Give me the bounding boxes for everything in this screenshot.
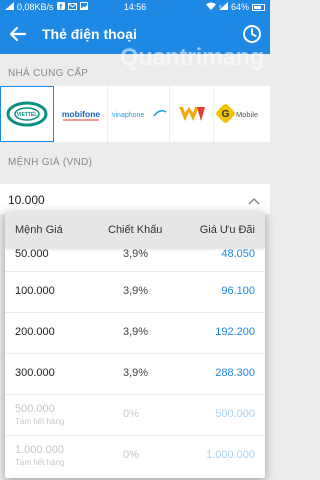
wifi-icon xyxy=(205,2,216,12)
carrier-vietnamobile[interactable] xyxy=(170,86,214,142)
row-denomination: 50.000 xyxy=(15,248,49,260)
row-discount: 3,9% xyxy=(123,285,149,297)
watermark: Quantrimang xyxy=(120,44,264,71)
battery-percent: 64% xyxy=(230,2,249,12)
table-row[interactable]: 100.000 3,9% 96.100 xyxy=(5,272,265,313)
row-price: 288.300 xyxy=(215,367,255,379)
row-price: 48.050 xyxy=(221,248,255,260)
viettel-logo: VIETTEL xyxy=(6,101,48,127)
carrier-mobifone[interactable]: mobifone xyxy=(54,86,108,142)
row-denomination: 300.000 xyxy=(15,367,55,379)
cell-signal-icon: x xyxy=(218,2,228,12)
vietnamobile-logo xyxy=(178,107,205,121)
row-discount: 3,9% xyxy=(123,367,149,379)
carrier-section-label: NHÀ CUNG CẤP xyxy=(8,68,89,79)
page-title: Thẻ điện thoại xyxy=(42,26,137,42)
out-of-stock-note: Tạm hết hàng xyxy=(15,458,65,467)
row-denomination: 100.000 xyxy=(15,285,55,297)
row-price: 500.000 xyxy=(215,408,255,420)
header-denomination: Mệnh Giá xyxy=(15,224,63,236)
back-arrow-icon[interactable] xyxy=(6,22,30,46)
table-row[interactable]: 300.000 3,9% 288.300 xyxy=(5,354,265,395)
status-bar: 0,08KB/s f 14:56 x 64% xyxy=(0,0,270,14)
denomination-dropdown: Mệnh Giá Chiết Khấu Giá Ưu Đãi 50.000 3,… xyxy=(5,212,265,478)
mobifone-logo: mobifone xyxy=(61,109,100,121)
row-price: 96.100 xyxy=(221,285,255,297)
row-denomination: 1.000.000 xyxy=(15,444,64,456)
vinaphone-logo-text: vinaphone xyxy=(112,112,144,119)
row-discount: 3,9% xyxy=(123,326,149,338)
table-header: Mệnh Giá Chiết Khấu Giá Ưu Đãi xyxy=(5,212,265,248)
carrier-viettel[interactable]: VIETTEL xyxy=(0,86,54,142)
row-denomination: 200.000 xyxy=(15,326,55,338)
battery-icon xyxy=(252,3,265,11)
row-price: 192.200 xyxy=(215,326,255,338)
table-row-disabled: 500.000 Tạm hết hàng 0% 500.000 xyxy=(5,395,265,436)
header-price: Giá Ưu Đãi xyxy=(199,224,255,236)
carrier-gmobile[interactable]: G Mobile xyxy=(214,86,270,142)
mobifone-logo-text: mobifone xyxy=(61,109,100,119)
header-discount: Chiết Khấu xyxy=(108,224,163,236)
table-row[interactable]: 50.000 3,9% 48.050 xyxy=(5,248,265,272)
history-clock-icon[interactable] xyxy=(240,22,264,46)
row-price: 1.000.000 xyxy=(206,449,255,461)
row-discount: 0% xyxy=(123,449,139,461)
gmobile-logo-text: Mobile xyxy=(236,110,258,119)
carrier-vinaphone[interactable]: vinaphone xyxy=(108,86,170,142)
vinaphone-logo: vinaphone xyxy=(112,109,166,119)
table-row-disabled: 1.000.000 Tạm hết hàng 0% 1.000.000 xyxy=(5,436,265,477)
gmobile-logo: G Mobile xyxy=(216,104,258,123)
row-discount: 0% xyxy=(123,408,139,420)
denomination-section-label: MỆNH GIÁ (VND) xyxy=(8,157,93,168)
table-row[interactable]: 200.000 3,9% 192.200 xyxy=(5,313,265,354)
denomination-value: 10.000 xyxy=(8,193,45,207)
denomination-select[interactable]: 10.000 xyxy=(0,184,270,214)
row-denomination: 500.000 xyxy=(15,403,55,415)
svg-text:G: G xyxy=(222,109,230,120)
viettel-logo-text: VIETTEL xyxy=(17,112,38,118)
carrier-list: VIETTEL mobifone vinaphone G Mobile xyxy=(0,86,270,142)
out-of-stock-note: Tạm hết hàng xyxy=(15,417,65,426)
row-discount: 3,9% xyxy=(123,248,149,260)
table-body: 50.000 3,9% 48.050 100.000 3,9% 96.100 2… xyxy=(5,248,265,477)
chevron-up-icon xyxy=(248,193,260,205)
